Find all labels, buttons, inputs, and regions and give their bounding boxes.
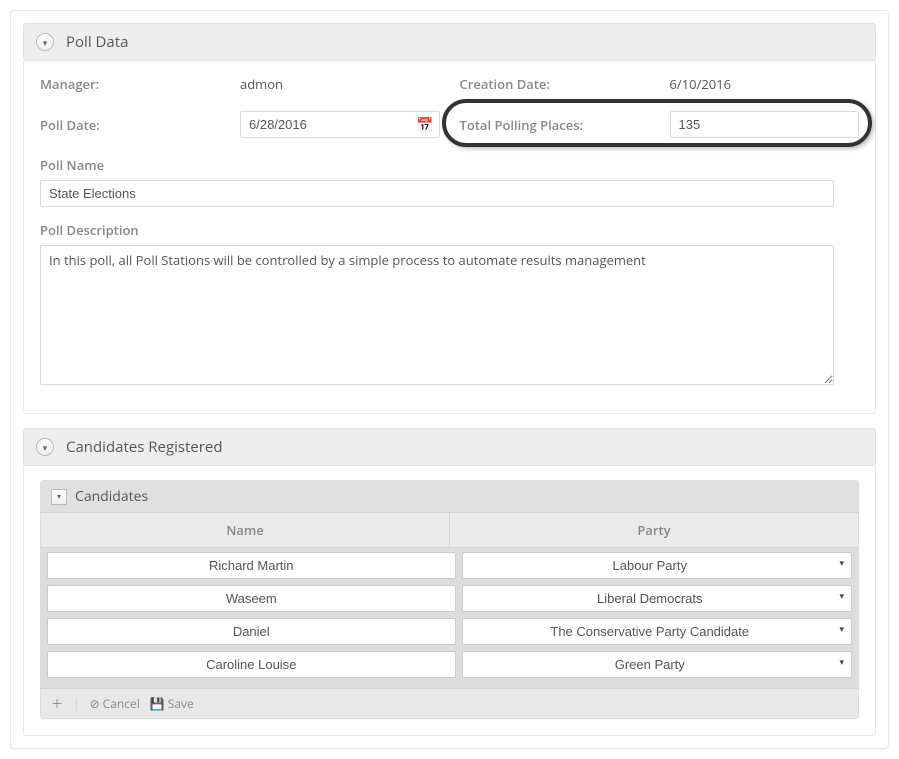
manager-label: Manager: — [40, 75, 240, 93]
save-button[interactable]: 💾 Save — [150, 695, 194, 712]
candidate-name-input[interactable] — [47, 585, 456, 612]
cancel-label: Cancel — [103, 695, 140, 712]
candidates-registered-body: ▾ Candidates Name Party ▾ ▾ ▾ ▾ ＋ | ⊘ Cance… — [23, 466, 876, 736]
poll-data-header: ▾ Poll Data — [23, 23, 876, 61]
form-card: ▾ Poll Data Manager: admon Creation Date… — [10, 10, 889, 749]
grid-footer: ＋ | ⊘ Cancel 💾 Save — [41, 688, 858, 718]
save-label: Save — [168, 695, 194, 712]
cancel-button[interactable]: ⊘ Cancel — [90, 695, 140, 712]
cancel-icon: ⊘ — [90, 695, 100, 712]
candidate-party-value[interactable] — [462, 552, 853, 579]
poll-data-panel: ▾ Poll Data Manager: admon Creation Date… — [23, 23, 876, 414]
add-row-button[interactable]: ＋ — [51, 695, 63, 712]
collapse-icon[interactable]: ▾ — [36, 33, 54, 51]
candidate-name-input[interactable] — [47, 552, 456, 579]
candidates-registered-header: ▾ Candidates Registered — [23, 428, 876, 466]
table-row: ▾ — [47, 651, 852, 678]
grid-column-headers: Name Party — [41, 512, 858, 548]
save-icon: 💾 — [150, 695, 165, 712]
panel-title: Candidates Registered — [66, 437, 223, 457]
table-row: ▾ — [47, 552, 852, 579]
poll-date-label: Poll Date: — [40, 116, 240, 134]
candidates-grid-panel: ▾ Candidates Name Party ▾ ▾ ▾ ▾ ＋ | ⊘ Cance… — [40, 480, 859, 719]
total-polling-places-label: Total Polling Places: — [460, 116, 670, 134]
plus-icon: ＋ — [51, 695, 63, 712]
candidate-party-select[interactable]: ▾ — [462, 552, 853, 579]
candidate-party-value[interactable] — [462, 585, 853, 612]
chevron-down-icon[interactable]: ▾ — [51, 489, 67, 505]
candidate-name-input[interactable] — [47, 618, 456, 645]
poll-name-label: Poll Name — [40, 156, 859, 174]
poll-date-input[interactable] — [240, 111, 440, 138]
creation-date-label: Creation Date: — [460, 75, 670, 93]
collapse-icon[interactable]: ▾ — [36, 438, 54, 456]
poll-name-input[interactable] — [40, 180, 834, 207]
sub-panel-title: Candidates — [75, 487, 148, 506]
poll-data-body: Manager: admon Creation Date: 6/10/2016 … — [23, 61, 876, 414]
manager-value: admon — [240, 75, 283, 93]
candidate-party-select[interactable]: ▾ — [462, 585, 853, 612]
total-polling-places-input[interactable] — [670, 111, 860, 138]
table-row: ▾ — [47, 618, 852, 645]
table-row: ▾ — [47, 585, 852, 612]
candidate-party-select[interactable]: ▾ — [462, 618, 853, 645]
candidates-grid-header-bar: ▾ Candidates — [41, 481, 858, 512]
poll-description-input[interactable] — [40, 245, 834, 385]
candidate-name-input[interactable] — [47, 651, 456, 678]
candidate-party-value[interactable] — [462, 618, 853, 645]
panel-title: Poll Data — [66, 32, 128, 52]
creation-date-value: 6/10/2016 — [670, 75, 732, 93]
column-header-name: Name — [41, 513, 449, 547]
column-header-party: Party — [449, 513, 858, 547]
candidate-party-select[interactable]: ▾ — [462, 651, 853, 678]
poll-description-label: Poll Description — [40, 221, 859, 239]
candidates-registered-panel: ▾ Candidates Registered ▾ Candidates Nam… — [23, 428, 876, 736]
candidate-party-value[interactable] — [462, 651, 853, 678]
grid-body: ▾ ▾ ▾ ▾ — [41, 548, 858, 688]
